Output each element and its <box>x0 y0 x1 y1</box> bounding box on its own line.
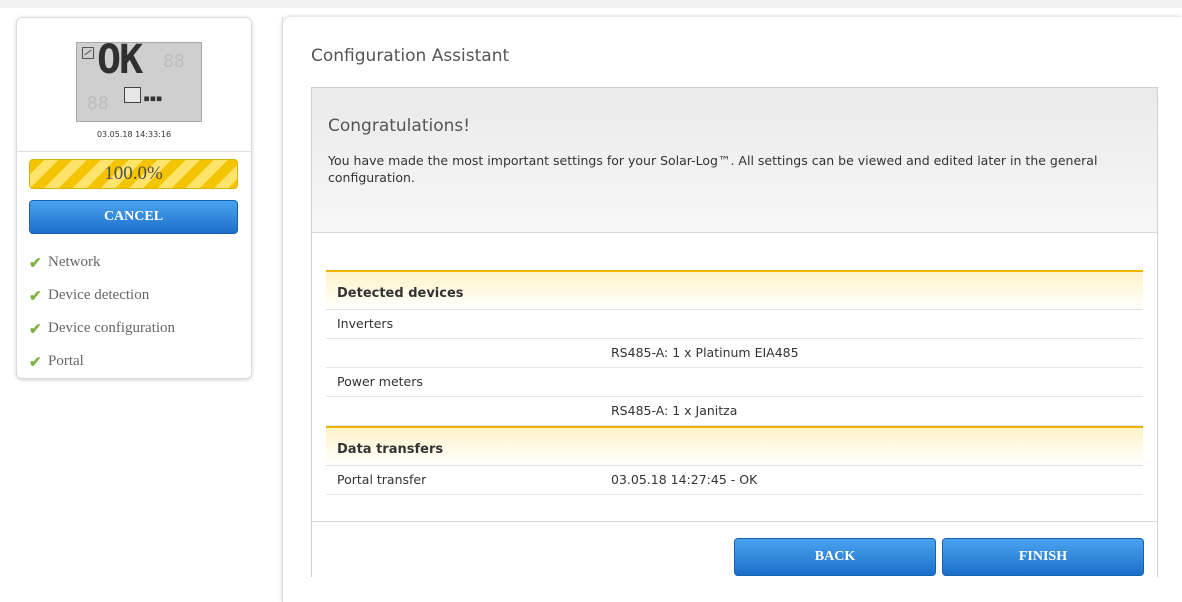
table-row: RS485-A: 1 x Janitza <box>326 397 1143 426</box>
summary-table: Detected devices Inverters RS485-A: 1 x … <box>326 270 1143 495</box>
row-value: RS485-A: 1 x Platinum EIA485 <box>611 345 799 360</box>
lcd-status-text: OK <box>97 37 143 83</box>
divider <box>312 521 1157 522</box>
table-row: RS485-A: 1 x Platinum EIA485 <box>326 339 1143 368</box>
step-item-network[interactable]: ✔ Network <box>29 254 175 287</box>
lcd-datetime: 03.05.18 14:33:16 <box>96 130 172 139</box>
check-icon: ✔ <box>29 355 42 371</box>
sidebar: OK 88 88 ▪▪▪ 03.05.18 14:33:16 100.0% CA… <box>16 17 252 379</box>
row-value: RS485-A: 1 x Janitza <box>611 403 738 418</box>
device-icon <box>124 87 141 103</box>
step-item-portal[interactable]: ✔ Portal <box>29 353 175 386</box>
step-label: Device configuration <box>48 320 176 336</box>
check-icon: ✔ <box>29 289 42 305</box>
step-label: Network <box>48 254 101 270</box>
row-value: 03.05.18 14:27:45 - OK <box>611 472 758 487</box>
section-header-data-transfers: Data transfers <box>326 426 1143 466</box>
section-header-detected-devices: Detected devices <box>326 270 1143 310</box>
progress-bar: 100.0% <box>29 159 238 189</box>
check-icon: ✔ <box>29 322 42 338</box>
cancel-button[interactable]: CANCEL <box>29 200 238 234</box>
step-label: Device detection <box>48 287 150 303</box>
step-label: Portal <box>48 353 84 369</box>
row-label: Portal transfer <box>337 472 427 487</box>
page-title: Configuration Assistant <box>311 46 510 66</box>
row-label: Inverters <box>337 316 394 331</box>
top-bar <box>0 0 1182 8</box>
panel-heading: Congratulations! <box>328 116 471 136</box>
lcd-ghost-segments: 88 <box>87 93 109 114</box>
lcd-ghost-segments: 88 <box>163 51 185 72</box>
lcd-display: OK 88 88 ▪▪▪ <box>76 37 202 122</box>
divider <box>17 151 251 152</box>
progress-label: 100.0% <box>104 163 163 184</box>
finish-button[interactable]: FINISH <box>942 538 1144 576</box>
signal-dots-icon: ▪▪▪ <box>143 91 163 105</box>
result-panel: Congratulations! You have made the most … <box>311 87 1158 577</box>
step-item-device-configuration[interactable]: ✔ Device configuration <box>29 320 175 353</box>
table-row: Power meters <box>326 368 1143 397</box>
main-border <box>282 17 283 602</box>
table-row: Inverters <box>326 310 1143 339</box>
check-icon: ✔ <box>29 256 42 272</box>
pv-module-icon <box>82 47 94 59</box>
step-list: ✔ Network ✔ Device detection ✔ Device co… <box>29 254 175 386</box>
table-row: Portal transfer 03.05.18 14:27:45 - OK <box>326 466 1143 495</box>
back-button[interactable]: BACK <box>734 538 936 576</box>
step-item-device-detection[interactable]: ✔ Device detection <box>29 287 175 320</box>
panel-header: Congratulations! You have made the most … <box>312 88 1157 233</box>
row-label: Power meters <box>337 374 423 389</box>
panel-description: You have made the most important setting… <box>328 153 1098 185</box>
